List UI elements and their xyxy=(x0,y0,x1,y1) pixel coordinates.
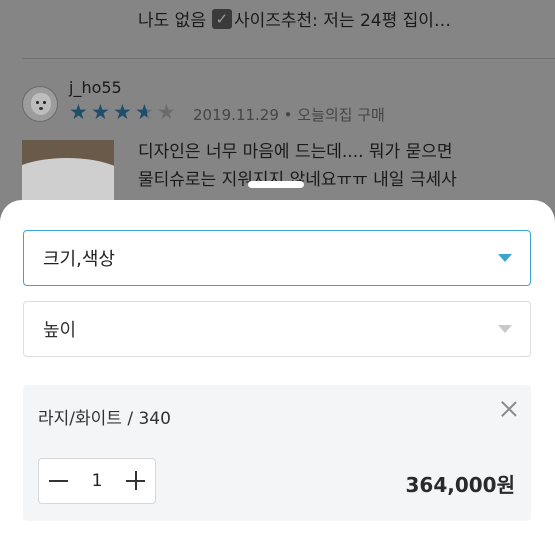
star-empty-icon: ★ xyxy=(157,100,176,124)
selected-option-card: 라지/화이트 / 340 1 364,000원 xyxy=(23,385,531,521)
previous-review-text: 나도 없음 ✓ 사이즈추천: 저는 24평 집이… xyxy=(138,8,451,31)
option-price: 364,000원 xyxy=(405,473,516,497)
checkbox-icon: ✓ xyxy=(211,8,232,29)
quantity-stepper: 1 xyxy=(38,458,156,504)
select-label: 크기,색상 xyxy=(43,249,115,270)
review-date: 2019.11.29 • 오늘의집 구매 xyxy=(193,106,385,124)
dog-avatar-icon xyxy=(31,93,51,115)
review-text-line: 디자인은 너무 마음에 드는데.... 뭐가 묻으면 xyxy=(138,142,453,162)
plus-icon[interactable] xyxy=(116,459,155,503)
close-icon[interactable] xyxy=(499,399,519,419)
review-text: 디자인은 너무 마음에 드는데.... 뭐가 묻으면 물티슈로는 지워지지 않네… xyxy=(138,138,538,194)
height-select[interactable]: 높이 xyxy=(23,301,531,357)
chevron-down-icon xyxy=(498,254,512,262)
review-text-line: 물티슈로는 지워지지 않네요ㅠㅠ 내일 극세사 xyxy=(138,170,457,190)
star-icon: ★ xyxy=(113,100,132,124)
review-divider xyxy=(22,58,555,59)
star-half-icon: ★ xyxy=(135,101,157,123)
quantity-value[interactable]: 1 xyxy=(78,471,116,491)
chevron-down-icon xyxy=(498,325,512,333)
minus-icon[interactable] xyxy=(39,459,78,503)
star-icon: ★ xyxy=(69,100,88,124)
size-color-select[interactable]: 크기,색상 xyxy=(23,230,531,286)
star-icon: ★ xyxy=(91,100,110,124)
selected-option-name: 라지/화이트 / 340 xyxy=(38,409,171,429)
review-username: j_ho55 xyxy=(69,78,122,97)
select-label: 높이 xyxy=(43,320,77,341)
rating-stars: ★ ★ ★ ★ ★ xyxy=(69,101,179,123)
review-list-background: 나도 없음 ✓ 사이즈추천: 저는 24평 집이… j_ho55 ★ ★ ★ ★… xyxy=(0,0,555,210)
sheet-drag-handle[interactable] xyxy=(248,181,304,188)
avatar xyxy=(22,86,58,122)
